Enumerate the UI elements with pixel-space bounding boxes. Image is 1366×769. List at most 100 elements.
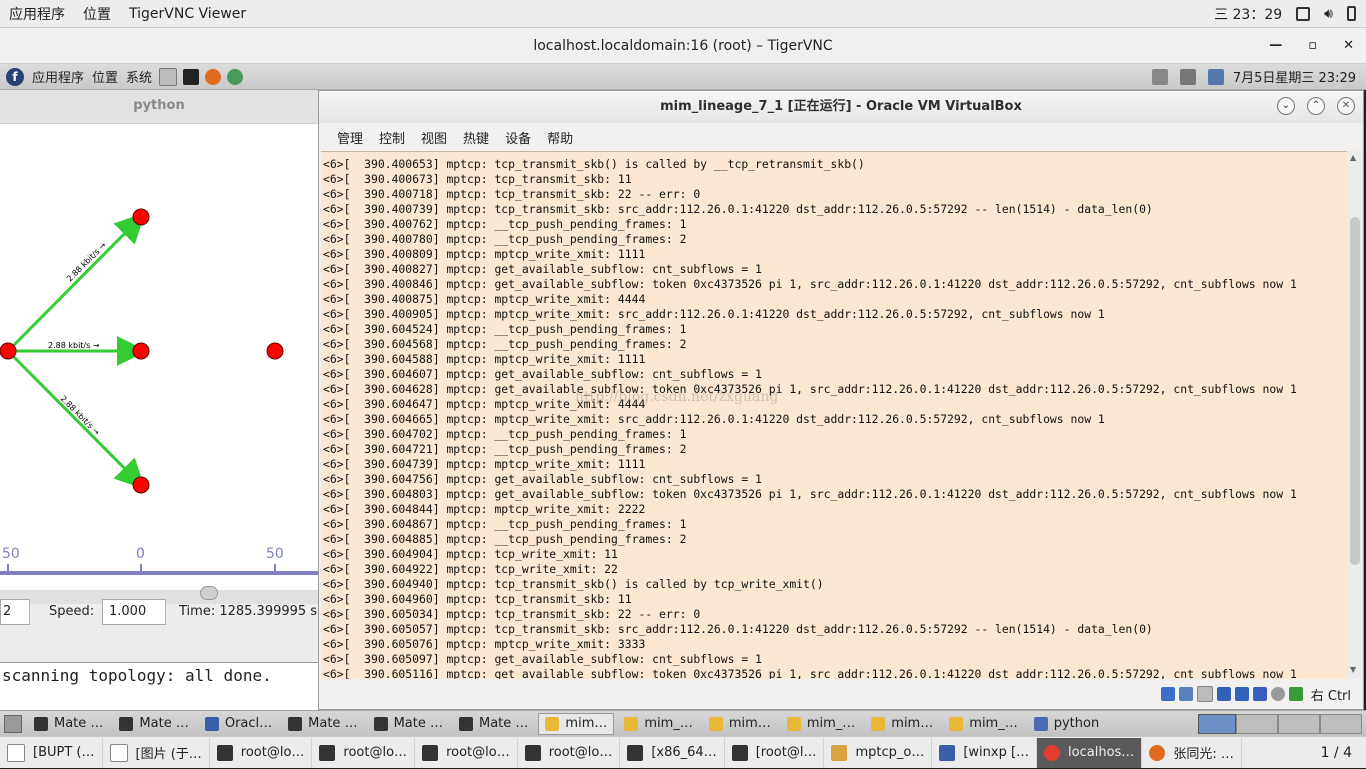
applications-menu[interactable]: 应用程序: [0, 4, 74, 24]
task-label: Mate …: [308, 716, 358, 731]
remote-task-item[interactable]: mim_…: [618, 713, 698, 735]
network-status-icon[interactable]: [1207, 68, 1224, 85]
task-label: Mate …: [479, 716, 529, 731]
menu-hotkeys[interactable]: 热键: [455, 128, 497, 147]
display-icon[interactable]: [1216, 687, 1231, 701]
network-adapter-icon[interactable]: [1178, 687, 1193, 701]
battery-icon[interactable]: [1347, 6, 1356, 21]
menu-devices[interactable]: 设备: [497, 128, 539, 147]
workspace-2[interactable]: [1236, 713, 1278, 734]
close-icon[interactable]: ✕: [1337, 97, 1355, 115]
host-task-item[interactable]: root@lo…: [312, 737, 416, 768]
scroll-down-icon[interactable]: ▼: [1350, 665, 1356, 674]
host-task-item[interactable]: 张同光: …: [1142, 737, 1242, 768]
app-name-menu[interactable]: TigerVNC Viewer: [120, 6, 255, 22]
remote-task-item[interactable]: Mate …: [453, 713, 534, 735]
remote-task-item[interactable]: mim…: [865, 713, 939, 735]
minimize-icon[interactable]: ⌄: [1277, 97, 1295, 115]
tick-label: 0: [136, 546, 145, 562]
optical-drive-icon[interactable]: [1160, 687, 1175, 701]
console-line: <6>[ 390.400846] mptcp: get_available_su…: [323, 277, 1297, 291]
remote-task-item[interactable]: mim…: [703, 713, 777, 735]
vbox-status-bar: 右 Ctrl: [319, 679, 1363, 709]
minimize-icon[interactable]: —: [1269, 28, 1282, 64]
terminal-icon[interactable]: [183, 68, 200, 85]
clock[interactable]: 三 23：29: [1214, 4, 1282, 24]
shared-folder-icon[interactable]: [1234, 687, 1249, 701]
maximize-icon[interactable]: ▫: [1308, 28, 1317, 64]
network-icon[interactable]: [227, 68, 244, 85]
remote-task-item[interactable]: python: [1028, 713, 1105, 735]
topology-canvas[interactable]: 2.88 kbit/s → 2.88 kbit/s → 2.88 kbit/s …: [0, 124, 318, 590]
firefox-icon[interactable]: [205, 68, 222, 85]
terminal-icon: [627, 744, 644, 761]
time-slider-handle[interactable]: [200, 586, 218, 600]
python-console[interactable]: scanning topology: all done.: [0, 662, 318, 710]
remote-applications-menu[interactable]: 应用程序: [28, 67, 88, 86]
remote-task-item[interactable]: mim…: [538, 712, 615, 735]
text-editor-icon[interactable]: [159, 67, 178, 86]
remote-places-menu[interactable]: 位置: [88, 67, 122, 86]
console-line: <6>[ 390.604867] mptcp: __tcp_push_pendi…: [323, 517, 687, 531]
mouse-integration-icon[interactable]: [1288, 687, 1303, 701]
host-task-item[interactable]: mptcp_o…: [824, 737, 933, 768]
places-menu[interactable]: 位置: [74, 4, 120, 24]
menu-manage[interactable]: 管理: [329, 128, 371, 147]
host-task-item[interactable]: [BUPT (…: [0, 737, 103, 768]
task-label: mim_…: [806, 716, 856, 731]
remote-system-menu[interactable]: 系统: [122, 67, 156, 86]
host-task-item[interactable]: [图片 (于…: [103, 737, 210, 768]
volume-icon[interactable]: 🔊︎: [1324, 6, 1333, 22]
fedora-logo-icon[interactable]: f: [6, 67, 24, 86]
show-desktop-icon[interactable]: [4, 714, 22, 733]
workspace-1[interactable]: [1198, 713, 1236, 734]
vm-icon: [624, 716, 639, 731]
host-task-item[interactable]: root@lo…: [210, 737, 313, 768]
host-task-item[interactable]: localhos…: [1037, 737, 1143, 768]
close-icon[interactable]: ✕: [1343, 28, 1354, 64]
virtualbox-icon: [204, 716, 219, 731]
remote-task-item[interactable]: Mate …: [368, 713, 449, 735]
link-down: [6, 349, 146, 490]
workspace-switcher[interactable]: [1198, 713, 1362, 734]
host-key-label[interactable]: 右 Ctrl: [1311, 685, 1351, 704]
maximize-icon[interactable]: ⌃: [1307, 97, 1325, 115]
recording-icon[interactable]: [1252, 687, 1267, 701]
workspace-indicator[interactable]: 1 / 4: [1307, 745, 1366, 761]
remote-task-item[interactable]: mim_…: [943, 713, 1023, 735]
volume-icon[interactable]: [1179, 68, 1196, 85]
console-scrollbar[interactable]: ▲ ▼: [1347, 151, 1363, 679]
remote-task-item[interactable]: Mate …: [28, 713, 109, 735]
remote-task-item[interactable]: mim_…: [781, 713, 861, 735]
workspace-3[interactable]: [1278, 713, 1320, 734]
host-task-item[interactable]: root@lo…: [415, 737, 518, 768]
tick-label: 50: [266, 546, 284, 562]
host-task-item[interactable]: [root@l…: [725, 737, 825, 768]
cpu-icon[interactable]: [1270, 687, 1285, 701]
vm-icon: [708, 716, 723, 731]
console-line: <6>[ 390.604756] mptcp: get_available_su…: [323, 472, 762, 486]
scrollbar-thumb[interactable]: [1350, 217, 1360, 565]
keyboard-icon[interactable]: [1151, 68, 1168, 85]
remote-datetime[interactable]: 7月5日星期三 23:29: [1233, 67, 1356, 86]
menu-view[interactable]: 视图: [413, 128, 455, 147]
console-line: <6>[ 390.604702] mptcp: __tcp_push_pendi…: [323, 427, 687, 441]
task-label: root@lo…: [548, 745, 613, 760]
host-task-item[interactable]: [winxp […: [932, 737, 1038, 768]
menu-control[interactable]: 控制: [371, 128, 413, 147]
scroll-up-icon[interactable]: ▲: [1350, 153, 1356, 162]
speed-spin-field[interactable]: 1.000: [102, 599, 166, 625]
vm-console[interactable]: <6>[ 390.400653] mptcp: tcp_transmit_skb…: [321, 151, 1347, 679]
vnc-icon: [1044, 744, 1061, 761]
host-task-item[interactable]: [x86_64…: [620, 737, 725, 768]
remote-task-item[interactable]: Oracl…: [199, 713, 278, 735]
menu-help[interactable]: 帮助: [539, 128, 581, 147]
remote-task-item[interactable]: Mate …: [113, 713, 194, 735]
task-label: Mate …: [393, 716, 443, 731]
left-spin-field[interactable]: 2: [0, 599, 30, 625]
usb-icon[interactable]: [1196, 686, 1213, 702]
workspace-4[interactable]: [1320, 713, 1362, 734]
remote-task-item[interactable]: Mate …: [282, 713, 363, 735]
host-task-item[interactable]: root@lo…: [518, 737, 621, 768]
window-icon[interactable]: [1296, 6, 1311, 21]
